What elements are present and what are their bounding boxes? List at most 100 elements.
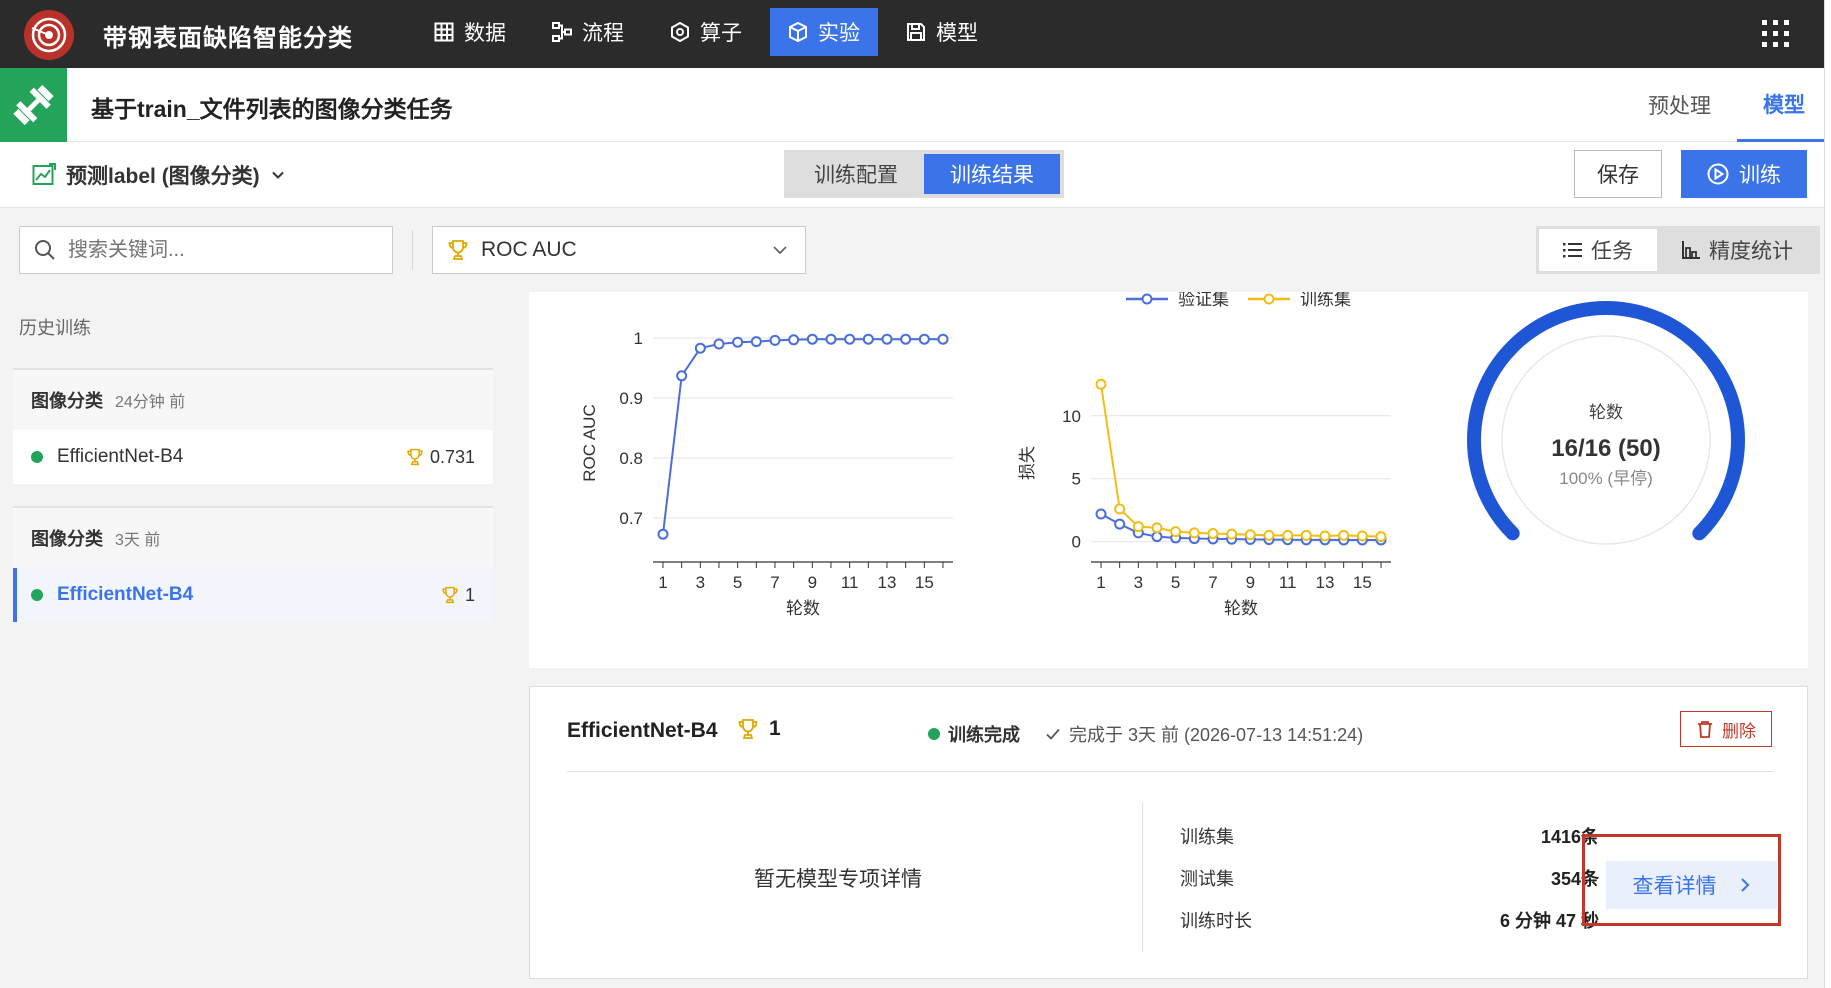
check-icon bbox=[1046, 728, 1060, 740]
nav-model[interactable]: 模型 bbox=[888, 8, 996, 56]
x-tick-label: 9 bbox=[808, 573, 817, 592]
stat-label-test: 测试集 bbox=[1180, 869, 1234, 889]
view-accuracy-label: 精度统计 bbox=[1709, 240, 1793, 263]
data-point bbox=[1170, 526, 1182, 538]
list-icon bbox=[1563, 243, 1582, 258]
history-item-name: EfficientNet-B4 bbox=[57, 446, 184, 467]
bar-chart-icon bbox=[1682, 241, 1700, 259]
y-tick-label: 0.8 bbox=[619, 449, 643, 468]
nav-flow[interactable]: 流程 bbox=[534, 8, 642, 56]
y-tick-label: 0.9 bbox=[619, 389, 643, 408]
model-score-value: 1 bbox=[769, 717, 781, 740]
search-box[interactable] bbox=[19, 226, 393, 274]
trash-icon bbox=[1698, 721, 1712, 738]
toolbar: 预测label (图像分类) 训练配置 训练结果 保存 训练 bbox=[0, 142, 1831, 208]
operator-icon bbox=[671, 22, 689, 42]
data-point bbox=[937, 333, 949, 345]
apps-grid-icon[interactable] bbox=[1762, 20, 1790, 48]
detail-divider bbox=[567, 771, 1773, 772]
y-axis-title: 损失 bbox=[1018, 446, 1037, 480]
training-charts: 0.70.80.911 3 5 7 9 11 13 15轮数ROC AUC05101 3 5 7 9 1… bbox=[580, 290, 1745, 618]
trophy-icon bbox=[448, 240, 468, 260]
history-group-header[interactable]: 图像分类 24分钟 前 bbox=[13, 370, 493, 430]
data-point bbox=[1375, 531, 1387, 543]
history-label: 历史训练 bbox=[19, 318, 91, 338]
history-group-header[interactable]: 图像分类 3天 前 bbox=[13, 508, 493, 568]
search-input[interactable] bbox=[68, 238, 368, 262]
y-axis-title: ROC AUC bbox=[580, 404, 599, 481]
filter-divider bbox=[412, 230, 413, 270]
task-type-icon bbox=[0, 68, 67, 142]
model-score: 1 bbox=[737, 717, 781, 741]
history-group: 图像分类 24分钟 前 EfficientNet-B4 0.731 bbox=[13, 368, 493, 484]
model-name: EfficientNet-B4 bbox=[567, 719, 718, 742]
data-point bbox=[657, 528, 669, 540]
nav-operator[interactable]: 算子 bbox=[652, 8, 760, 56]
series-line bbox=[1100, 384, 1382, 538]
x-tick-label: 13 bbox=[878, 573, 897, 592]
metric-select[interactable]: ROC AUC bbox=[432, 226, 806, 274]
data-point bbox=[1263, 529, 1275, 541]
completed-time-text: 完成于 3天 前 (2026-07-13 14:51:24) bbox=[1069, 725, 1364, 745]
delete-button-label: 删除 bbox=[1722, 721, 1756, 741]
nav-model-label: 模型 bbox=[936, 22, 978, 45]
history-group-title: 图像分类 bbox=[31, 529, 103, 549]
nav-data[interactable]: 数据 bbox=[416, 8, 524, 56]
history-item-selected[interactable]: EfficientNet-B4 1 bbox=[13, 568, 493, 622]
search-icon bbox=[35, 240, 55, 260]
play-icon bbox=[1707, 163, 1729, 185]
app-title: 带钢表面缺陷智能分类 bbox=[103, 25, 353, 52]
stat-label-duration: 训练时长 bbox=[1180, 911, 1252, 931]
x-tick-label: 3 bbox=[1134, 573, 1143, 592]
dumbbell-icon bbox=[13, 84, 54, 126]
series-line bbox=[662, 338, 943, 535]
view-details-button[interactable]: 查看详情 bbox=[1606, 861, 1777, 909]
data-point bbox=[825, 333, 837, 345]
tab-preprocess[interactable]: 预处理 bbox=[1622, 68, 1737, 142]
cube-icon bbox=[789, 22, 807, 42]
predict-target-dropdown[interactable]: 预测label (图像分类) bbox=[32, 160, 286, 190]
view-accuracy-button[interactable]: 精度统计 bbox=[1657, 229, 1817, 271]
data-point bbox=[750, 336, 762, 348]
data-point bbox=[806, 333, 818, 345]
training-status: 训练完成 bbox=[928, 721, 1020, 747]
delete-button[interactable]: 删除 bbox=[1680, 711, 1772, 747]
data-point bbox=[1226, 528, 1238, 540]
scrollbar-edge[interactable] bbox=[1824, 0, 1831, 988]
data-point bbox=[788, 334, 800, 346]
view-tasks-label: 任务 bbox=[1591, 240, 1633, 263]
data-point bbox=[844, 333, 856, 345]
data-point bbox=[1151, 522, 1163, 534]
x-tick-label: 11 bbox=[1279, 573, 1297, 592]
nav-experiment[interactable]: 实验 bbox=[770, 8, 878, 56]
result-segment-control: 训练配置 训练结果 bbox=[784, 150, 1064, 198]
history-item[interactable]: EfficientNet-B4 0.731 bbox=[13, 430, 493, 484]
history-group-time: 24分钟 前 bbox=[115, 394, 186, 411]
legend-marker bbox=[1141, 293, 1153, 305]
nav-operator-label: 算子 bbox=[700, 22, 742, 45]
view-tasks-button[interactable]: 任务 bbox=[1539, 229, 1657, 271]
data-point bbox=[1132, 521, 1144, 533]
data-point bbox=[1244, 529, 1256, 541]
tab-training-config[interactable]: 训练配置 bbox=[788, 154, 924, 194]
history-group-time: 3天 前 bbox=[115, 532, 161, 549]
tab-model[interactable]: 模型 bbox=[1737, 68, 1831, 142]
data-point bbox=[1207, 528, 1219, 540]
x-tick-label: 5 bbox=[1171, 573, 1180, 592]
status-dot bbox=[31, 451, 43, 463]
chevron-right-icon bbox=[1740, 878, 1749, 892]
data-point bbox=[1095, 378, 1107, 390]
data-point bbox=[1300, 529, 1312, 541]
tab-training-result[interactable]: 训练结果 bbox=[924, 154, 1060, 194]
top-navbar: 带钢表面缺陷智能分类 数据 流程 算子 实验 模型 bbox=[0, 0, 1831, 68]
data-point bbox=[862, 333, 874, 345]
train-button-label: 训练 bbox=[1739, 164, 1781, 187]
trophy-icon bbox=[442, 586, 458, 604]
predict-target-label: 预测label (图像分类) bbox=[66, 165, 260, 188]
x-tick-label: 15 bbox=[1353, 573, 1372, 592]
x-tick-label: 7 bbox=[770, 573, 779, 592]
train-button[interactable]: 训练 bbox=[1681, 150, 1807, 198]
app-logo[interactable] bbox=[24, 10, 74, 60]
flow-icon bbox=[552, 22, 572, 42]
save-button[interactable]: 保存 bbox=[1574, 150, 1662, 198]
